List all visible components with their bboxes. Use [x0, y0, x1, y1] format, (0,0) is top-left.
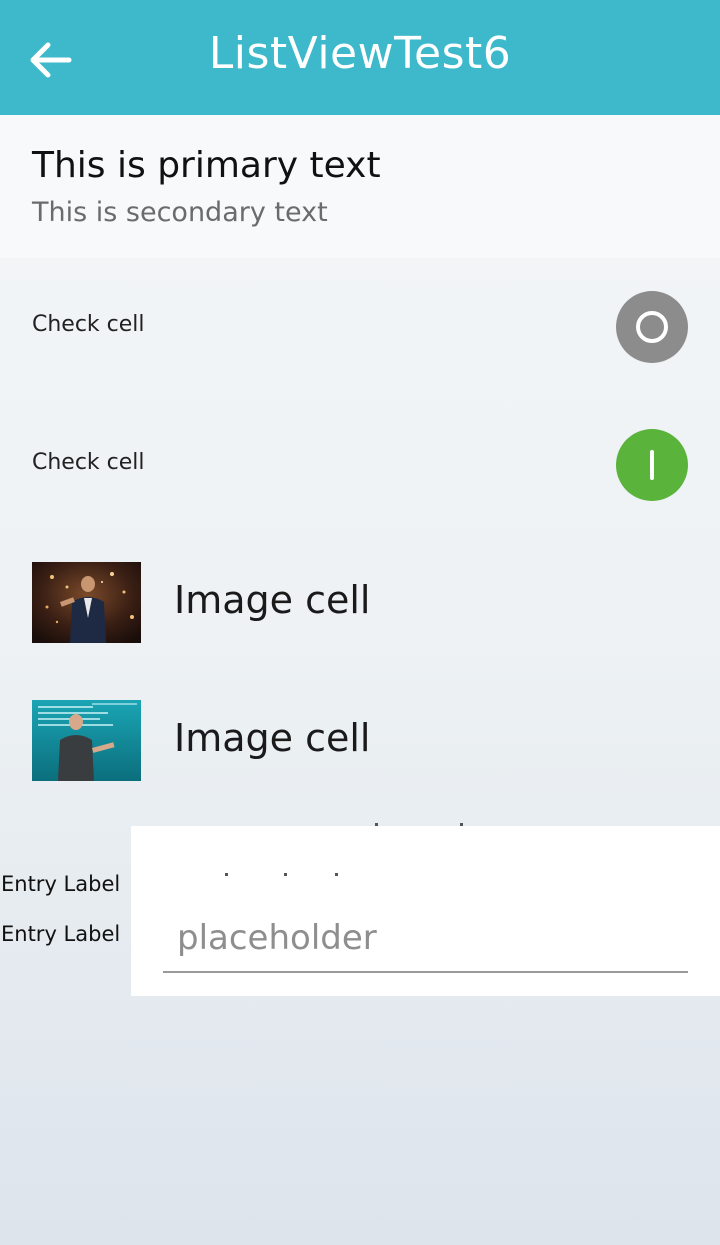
check-cell-label: Check cell [32, 450, 145, 475]
entry-input[interactable] [163, 905, 688, 973]
speaker-teal-background-photo [32, 700, 141, 781]
image-cell-label: Image cell [174, 716, 371, 760]
render-artifact [284, 873, 287, 876]
secondary-text: This is secondary text [32, 197, 328, 228]
image-cell[interactable]: Image cell [0, 672, 720, 810]
entry-label: Entry Label [1, 922, 121, 946]
check-cell[interactable]: Check cell [0, 396, 720, 534]
check-cell[interactable]: Check cell [0, 258, 720, 396]
app-header: ListViewTest6 [0, 0, 720, 115]
image-cell-label: Image cell [174, 578, 371, 622]
primary-text: This is primary text [32, 145, 381, 186]
entry-label: Entry Label [1, 872, 121, 896]
render-artifact [225, 873, 228, 876]
text-cell[interactable]: This is primary text This is secondary t… [0, 115, 720, 258]
render-artifact [460, 823, 463, 826]
render-artifact [375, 823, 378, 826]
toggle-switch-off[interactable] [616, 291, 688, 363]
switch-off-icon [636, 311, 668, 343]
render-artifact [335, 873, 338, 876]
toggle-switch-on[interactable] [616, 429, 688, 501]
page-title: ListViewTest6 [208, 28, 512, 79]
switch-on-icon [650, 450, 654, 480]
check-cell-label: Check cell [32, 312, 145, 337]
image-cell[interactable]: Image cell [0, 534, 720, 672]
speaker-on-stage-photo [32, 562, 141, 643]
